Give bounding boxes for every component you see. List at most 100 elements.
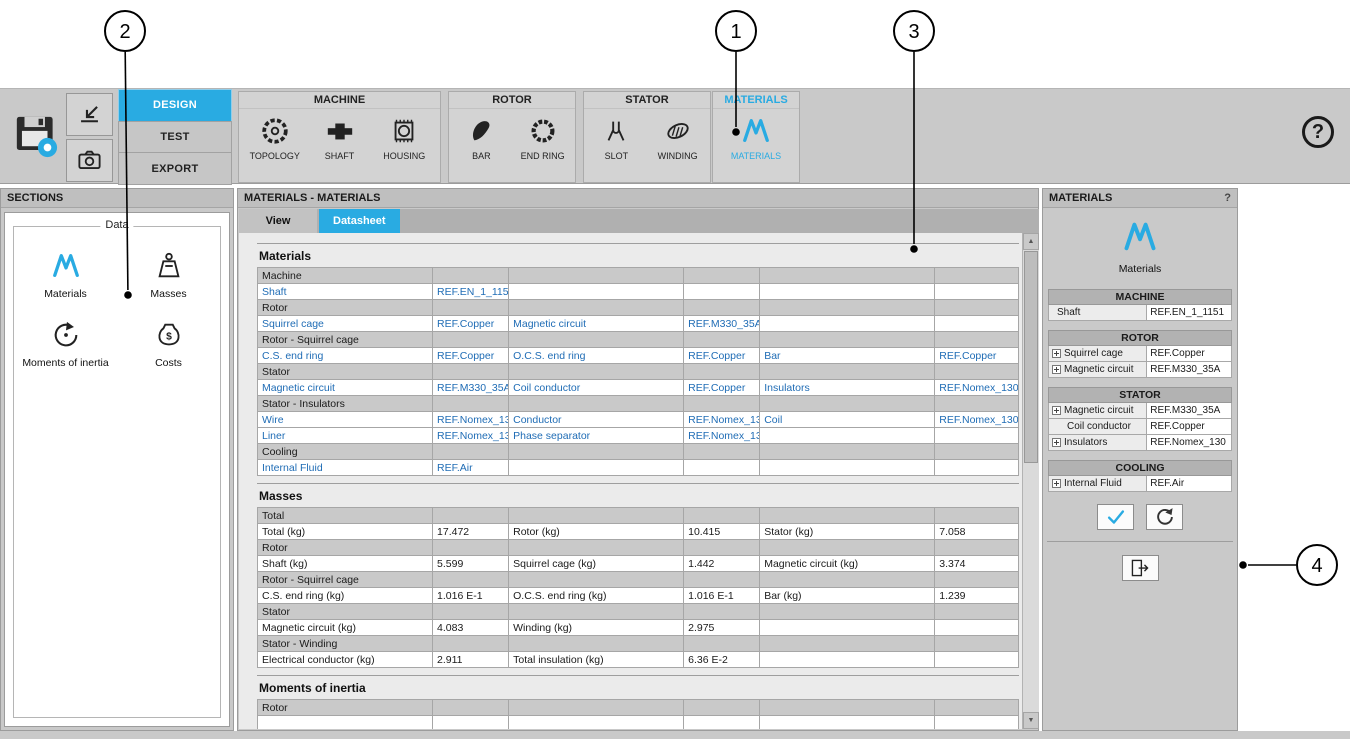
toolbar-item-materials[interactable]: MATERIALS: [727, 116, 785, 161]
table-cell: [509, 700, 684, 716]
callout-dot-4: [1239, 561, 1247, 569]
expand-plus-icon[interactable]: [1052, 438, 1061, 447]
scrollbar-thumb[interactable]: [1024, 251, 1038, 463]
sections-panel-title: SECTIONS: [7, 192, 63, 204]
end-ring-icon: [528, 116, 558, 146]
table-cell: [935, 636, 1019, 652]
section-item-label: Masses: [148, 288, 188, 300]
table-cell: REF.Copper: [433, 316, 509, 332]
table-cell: Bar (kg): [760, 588, 935, 604]
material-group-title: COOLING: [1048, 460, 1232, 476]
material-label: Internal Fluid: [1049, 476, 1147, 491]
toolbar-group-items: TOPOLOGYSHAFTHOUSING: [239, 109, 440, 161]
table-cell: 1.016 E-1: [433, 588, 509, 604]
tab-view[interactable]: View: [239, 209, 317, 233]
table-cell: [509, 444, 684, 460]
toolbar-item-winding[interactable]: WINDING: [649, 116, 707, 161]
material-row-magnetic-circuit: Magnetic circuitREF.M330_35A: [1048, 403, 1232, 419]
table-cell: [760, 652, 935, 668]
materials-icon: [51, 251, 81, 281]
table-section-row: Machine: [258, 268, 1019, 284]
save-project-button[interactable]: [10, 104, 62, 168]
snapshot-button[interactable]: [66, 139, 113, 182]
apply-button[interactable]: [1097, 504, 1134, 530]
material-value[interactable]: REF.EN_1_1151: [1147, 305, 1231, 320]
panel-help-button[interactable]: ?: [1224, 192, 1231, 204]
table-cell: REF.Nomex_130: [935, 380, 1019, 396]
table-cell: [684, 716, 760, 730]
section-item-materials[interactable]: Materials: [14, 251, 117, 300]
scrollbar[interactable]: [1022, 233, 1039, 729]
table-data-row: Shaft (kg)5.599Squirrel cage (kg)1.442Ma…: [258, 556, 1019, 572]
table-cell: REF.Nomex_130: [433, 412, 509, 428]
material-value[interactable]: REF.Air: [1147, 476, 1231, 491]
toolbar-item-slot[interactable]: SLOT: [587, 116, 645, 161]
callout-circle-2: [105, 11, 145, 51]
expand-plus-icon[interactable]: [1052, 349, 1061, 358]
tab-datasheet[interactable]: Datasheet: [319, 209, 400, 233]
table-data-row: Electrical conductor (kg)2.911Total insu…: [258, 652, 1019, 668]
table-cell: [935, 316, 1019, 332]
reset-button[interactable]: [1146, 504, 1183, 530]
table-cell: 10.415: [684, 524, 760, 540]
table-cell: REF.Copper: [684, 348, 760, 364]
scroll-up-button[interactable]: [1023, 233, 1039, 250]
table-cell: Rotor - Squirrel cage: [258, 332, 433, 348]
section-item-label: Costs: [153, 357, 184, 369]
scroll-down-button[interactable]: [1023, 712, 1039, 729]
table-section-row: Rotor - Squirrel cage: [258, 332, 1019, 348]
datasheet-tables: MaterialsMachineShaftREF.EN_1_1151RotorS…: [257, 236, 1019, 729]
section-item-moments-of-inertia[interactable]: Moments of inertia: [14, 320, 117, 369]
callout-circle-1: [716, 11, 756, 51]
mode-button-design[interactable]: DESIGN: [118, 89, 232, 122]
toolbar-item-topology[interactable]: TOPOLOGY: [246, 116, 304, 161]
material-row-shaft: ShaftREF.EN_1_1151: [1048, 305, 1232, 321]
help-button[interactable]: ?: [1302, 116, 1334, 148]
material-value[interactable]: REF.Nomex_130: [1147, 435, 1231, 450]
table-title-masses: Masses: [259, 489, 1019, 503]
table-cell: 2.975: [684, 620, 760, 636]
material-row-internal-fluid: Internal FluidREF.Air: [1048, 476, 1232, 492]
material-label: Shaft: [1049, 305, 1147, 320]
material-value[interactable]: REF.M330_35A: [1147, 362, 1231, 377]
table-cell: [509, 508, 684, 524]
material-value[interactable]: REF.Copper: [1147, 346, 1231, 361]
table-cell: Squirrel cage (kg): [509, 556, 684, 572]
expand-plus-icon[interactable]: [1052, 479, 1061, 488]
table-cell: Winding (kg): [509, 620, 684, 636]
table-cell: REF.Copper: [433, 348, 509, 364]
table-cell: Cooling: [258, 444, 433, 460]
export-button[interactable]: [1122, 555, 1159, 581]
toolbar-item-housing[interactable]: HOUSING: [375, 116, 433, 161]
material-row-insulators: InsulatorsREF.Nomex_130: [1048, 435, 1232, 451]
material-value[interactable]: REF.Copper: [1147, 419, 1231, 434]
table-cell: Squirrel cage: [258, 316, 433, 332]
table-data-row: Squirrel cageREF.CopperMagnetic circuitR…: [258, 316, 1019, 332]
table-cell: [760, 700, 935, 716]
slot-icon: [601, 116, 631, 146]
toolbar-item-end-ring[interactable]: END RING: [514, 116, 572, 161]
shaft-icon: [325, 116, 355, 146]
table-cell: Stator - Winding: [258, 636, 433, 652]
section-item-costs[interactable]: $ Costs: [117, 320, 220, 369]
mode-button-export[interactable]: EXPORT: [118, 152, 232, 185]
materials-panel: MATERIALS ? Materials MACHINEShaftREF.EN…: [1042, 188, 1238, 731]
table-cell: REF.EN_1_1151: [433, 284, 509, 300]
section-item-masses[interactable]: Masses: [117, 251, 220, 300]
toolbar-item-shaft[interactable]: SHAFT: [311, 116, 369, 161]
expand-plus-icon[interactable]: [1052, 365, 1061, 374]
toolbar-item-bar[interactable]: BAR: [452, 116, 510, 161]
mode-button-test[interactable]: TEST: [118, 121, 232, 154]
costs-icon: $: [154, 320, 184, 350]
expand-plus-icon[interactable]: [1052, 406, 1061, 415]
table-cell: 5.599: [433, 556, 509, 572]
material-group-title: MACHINE: [1048, 289, 1232, 305]
table-cell: C.S. end ring: [258, 348, 433, 364]
material-value[interactable]: REF.M330_35A: [1147, 403, 1231, 418]
import-button[interactable]: [66, 93, 113, 136]
table-cell: [684, 540, 760, 556]
table-cell: REF.Nomex_130: [684, 412, 760, 428]
table-cell: Coil: [760, 412, 935, 428]
material-row-coil-conductor: Coil conductorREF.Copper: [1048, 419, 1232, 435]
table-section-row: Stator - Winding: [258, 636, 1019, 652]
